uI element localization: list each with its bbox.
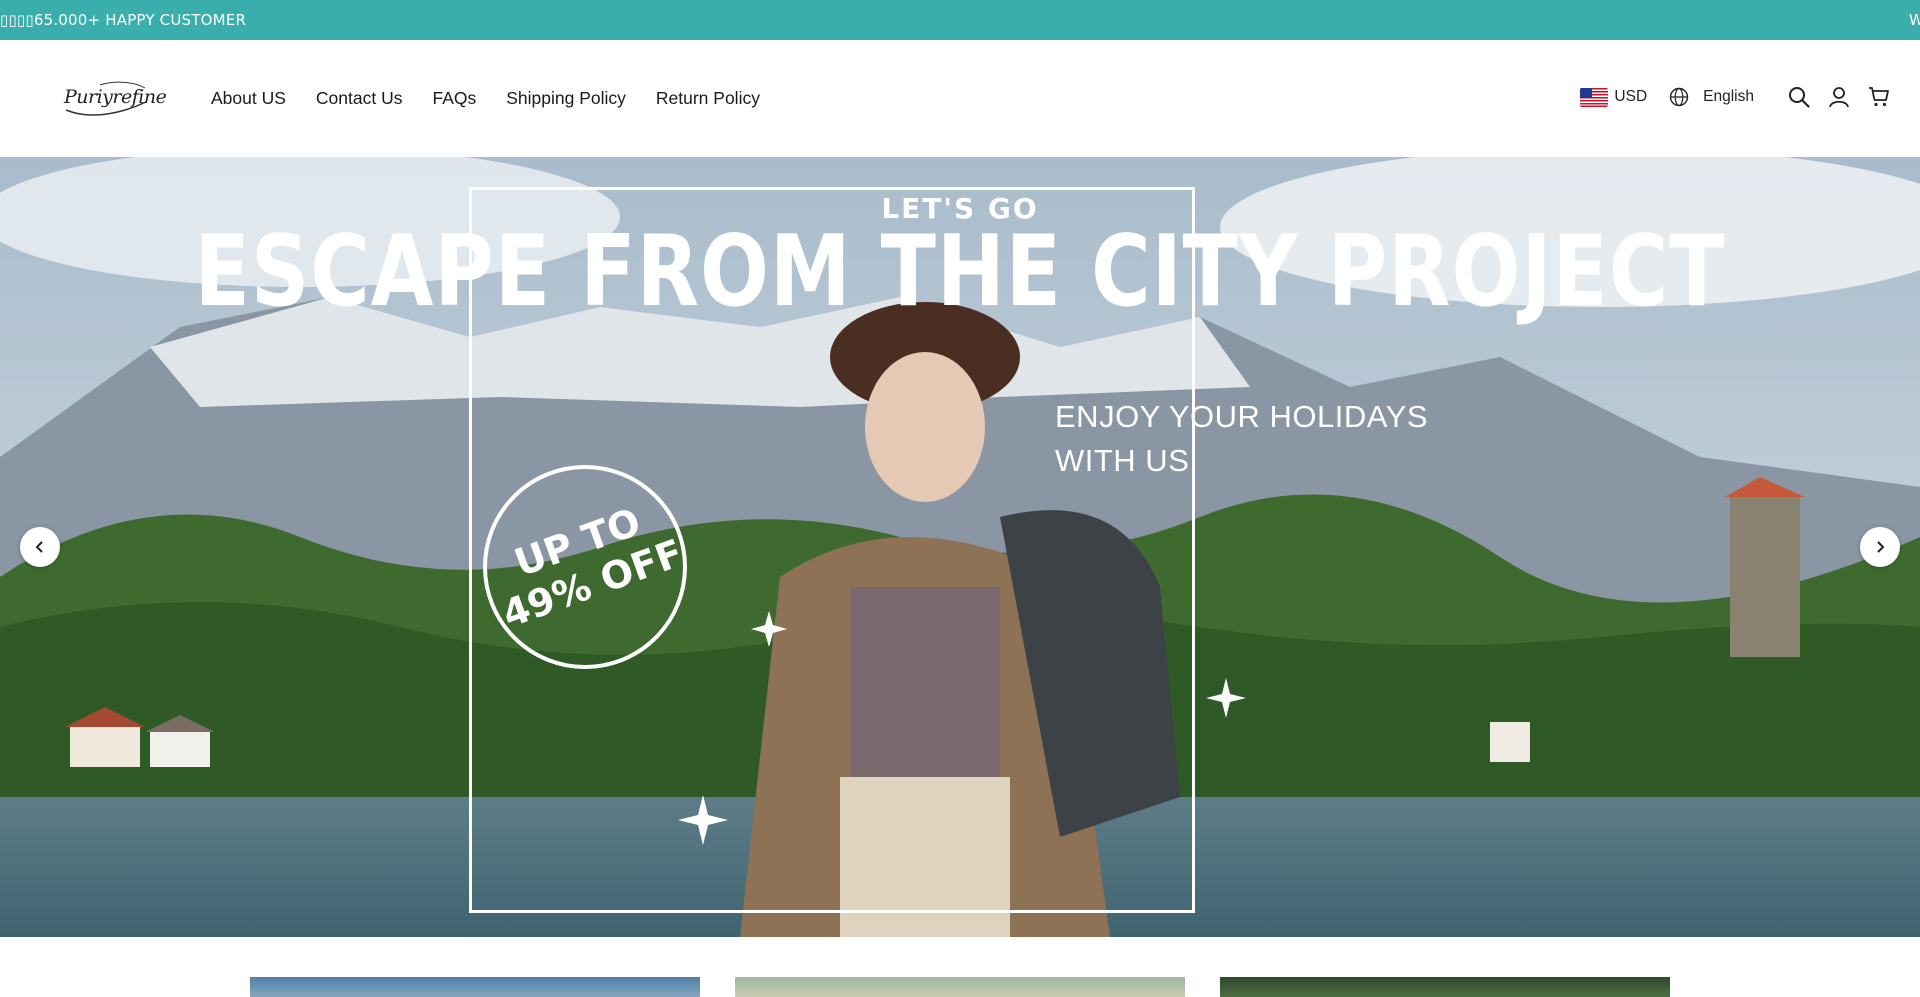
collection-card-1[interactable] [250, 977, 700, 997]
slideshow-next-button[interactable] [1860, 527, 1900, 567]
hero-slideshow: LET'S GO ESCAPE FROM THE CITY PROJECT EN… [0, 157, 1920, 937]
announcement-message: 65.000+ HAPPY CUSTOMER [33, 11, 247, 29]
hero-headline: ESCAPE FROM THE CITY PROJECT [194, 215, 1726, 329]
nav-return-policy[interactable]: Return Policy [656, 88, 760, 109]
announcement-text: ▯▯▯▯65.000+ HAPPY CUSTOMER [0, 11, 246, 29]
nav-contact-us[interactable]: Contact Us [316, 88, 403, 109]
globe-icon [1669, 87, 1689, 107]
hero-tagline-line1: ENJOY YOUR HOLIDAYS [1055, 399, 1428, 434]
account-icon [1829, 87, 1849, 108]
cart-icon [1869, 87, 1889, 107]
language-selector[interactable]: English [1669, 87, 1754, 107]
main-nav: About US Contact Us FAQs Shipping Policy… [211, 88, 760, 109]
header-actions: USD English [1580, 84, 1892, 110]
chevron-left-icon [35, 541, 43, 553]
collection-card-2[interactable] [735, 977, 1185, 997]
collection-card-3[interactable] [1220, 977, 1670, 997]
cart-button[interactable] [1866, 84, 1892, 110]
nav-shipping-policy[interactable]: Shipping Policy [506, 88, 626, 109]
hero-tagline: ENJOY YOUR HOLIDAYS WITH US [1055, 395, 1428, 483]
announcement-bar: ▯▯▯▯65.000+ HAPPY CUSTOMER W [0, 0, 1920, 40]
logo-text: Puriyrefine [64, 86, 167, 108]
nav-faqs[interactable]: FAQs [432, 88, 476, 109]
site-header: Puriyrefine About US Contact Us FAQs Shi… [0, 40, 1920, 157]
search-icon [1789, 87, 1810, 108]
discount-badge-text: UP TO 49% OFF [478, 488, 692, 638]
hero-tagline-line2: WITH US [1055, 443, 1190, 478]
announcement-next-text: W [1909, 11, 1920, 29]
account-button[interactable] [1826, 84, 1852, 110]
chevron-right-icon [1877, 541, 1885, 553]
logo[interactable]: Puriyrefine [60, 80, 167, 120]
slideshow-prev-button[interactable] [20, 527, 60, 567]
currency-label: USD [1614, 88, 1648, 105]
nav-about-us[interactable]: About US [211, 88, 286, 109]
search-button[interactable] [1786, 84, 1812, 110]
currency-selector[interactable]: USD [1580, 87, 1648, 107]
announcement-prefix: ▯▯▯▯ [0, 11, 34, 29]
us-flag-icon [1580, 87, 1609, 107]
discount-badge: UP TO 49% OFF [483, 465, 689, 669]
language-label: English [1703, 88, 1754, 105]
